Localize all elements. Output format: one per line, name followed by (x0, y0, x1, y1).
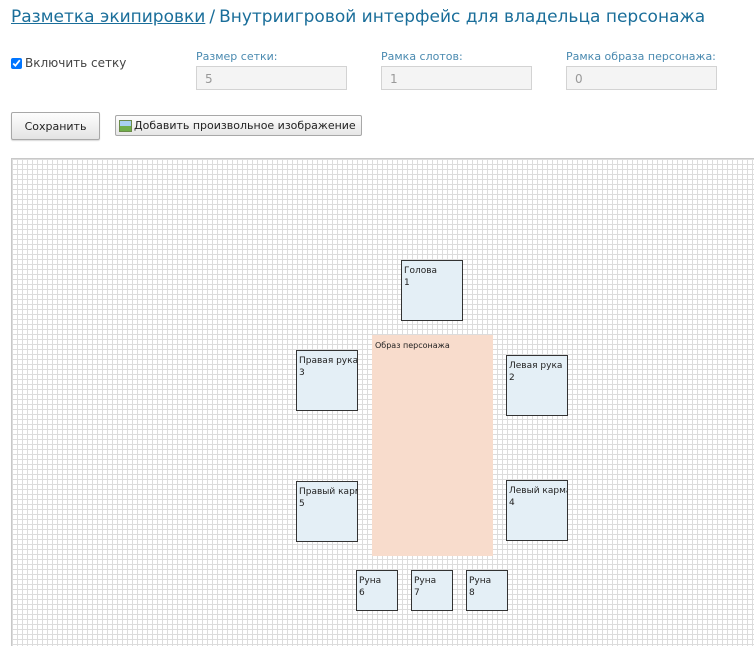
slot-left-hand[interactable]: Левая рука 2 (506, 355, 568, 416)
slot-head[interactable]: Голова 1 (401, 260, 463, 321)
grid-size-input[interactable]: 5 (196, 66, 347, 90)
slot-name: Руна (414, 576, 437, 586)
page-title: Разметка экипировки / Внутриигровой интерф… (11, 7, 705, 27)
image-icon (119, 119, 132, 132)
slot-number: 8 (469, 588, 475, 598)
slot-frame-label: Рамка слотов: (381, 50, 463, 63)
char-frame-label: Рамка образа персонажа: (566, 50, 716, 63)
slot-name: Руна (469, 576, 492, 586)
grid-toggle[interactable]: Включить сетку (11, 56, 126, 70)
layout-canvas[interactable]: Образ персонажа Голова 1 Левая рука 2 Пр… (11, 158, 754, 646)
slot-rune-7[interactable]: Руна 7 (411, 570, 453, 611)
slot-frame-input[interactable]: 1 (381, 66, 532, 90)
grid-checkbox[interactable] (11, 57, 22, 69)
slot-name: Левый карман (509, 486, 567, 496)
slot-number: 4 (509, 498, 515, 508)
character-image-label: Образ персонажа (375, 341, 450, 350)
grid-checkbox-label: Включить сетку (25, 56, 127, 70)
slot-right-hand[interactable]: Правая рука 3 (296, 350, 358, 411)
slot-number: 2 (509, 373, 515, 383)
slot-name: Правый карман (299, 487, 357, 497)
slot-number: 6 (359, 588, 365, 598)
page-heading: Внутриигровой интерфейс для владельца пе… (219, 7, 706, 27)
breadcrumb-link-equipment-layout[interactable]: Разметка экипировки (11, 7, 205, 27)
slot-name: Правая рука (299, 356, 358, 366)
slot-number: 3 (299, 368, 305, 378)
breadcrumb-separator: / (209, 7, 216, 27)
slot-rune-6[interactable]: Руна 6 (356, 570, 398, 611)
slot-right-pocket[interactable]: Правый карман 5 (296, 481, 358, 542)
save-button[interactable]: Сохранить (11, 112, 100, 140)
char-frame-input[interactable]: 0 (566, 66, 717, 90)
slot-number: 5 (299, 499, 305, 509)
slot-name: Левая рука (509, 361, 563, 371)
character-image-area[interactable]: Образ персонажа (372, 335, 493, 556)
slot-name: Руна (359, 576, 382, 586)
add-custom-image-label: Добавить произвольное изображение (134, 119, 356, 132)
slot-left-pocket[interactable]: Левый карман 4 (506, 480, 568, 541)
add-custom-image-button[interactable]: Добавить произвольное изображение (115, 115, 362, 136)
slot-number: 7 (414, 588, 420, 598)
grid-size-label: Размер сетки: (196, 50, 278, 63)
slot-name: Голова (404, 266, 438, 276)
slot-number: 1 (404, 278, 410, 288)
slot-rune-8[interactable]: Руна 8 (466, 570, 508, 611)
